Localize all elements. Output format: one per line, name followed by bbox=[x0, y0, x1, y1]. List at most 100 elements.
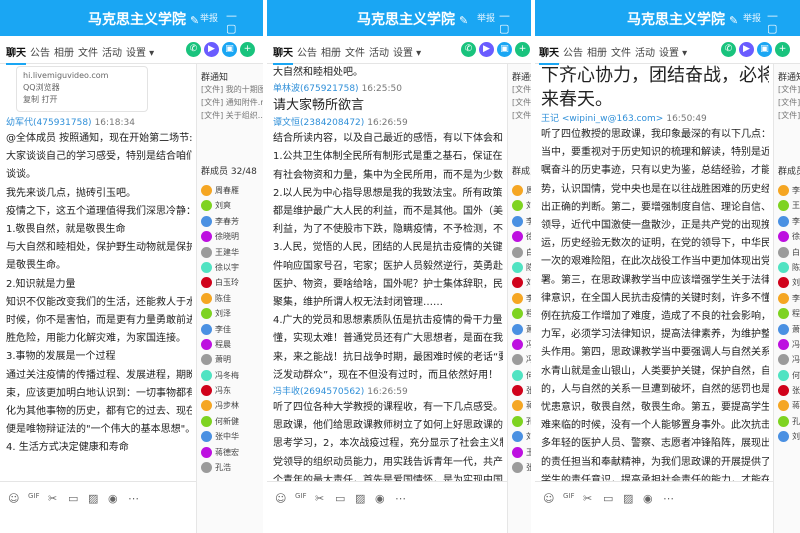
member-item[interactable]: 刘 bbox=[512, 429, 531, 444]
member-item[interactable]: 王 bbox=[778, 198, 800, 213]
member-item[interactable]: 程晨 bbox=[201, 337, 263, 352]
member-item[interactable]: 白玉玲 bbox=[201, 275, 263, 290]
member-item[interactable]: 李 bbox=[512, 214, 531, 229]
tab-2[interactable]: 相册 bbox=[54, 44, 74, 59]
tab-0[interactable]: 聊天 bbox=[6, 44, 26, 65]
more-icon[interactable]: ⋯ bbox=[128, 492, 139, 505]
link-preview-card[interactable]: hi.livemiguvideo.com QQ浏览器 复制 打开 bbox=[16, 66, 148, 112]
member-item[interactable]: 陈 bbox=[778, 260, 800, 275]
tab-5[interactable]: 设置 ▾ bbox=[126, 44, 154, 59]
report-link[interactable]: 举报 bbox=[200, 11, 218, 24]
member-item[interactable]: 刘 bbox=[512, 198, 531, 213]
member-item[interactable]: 陈 bbox=[512, 260, 531, 275]
member-item[interactable]: 张 bbox=[512, 460, 531, 475]
mic-icon[interactable]: ◉ bbox=[643, 492, 653, 505]
video-icon[interactable]: ▶ bbox=[739, 42, 754, 57]
scissors-icon[interactable]: ✂ bbox=[583, 492, 592, 505]
mic-icon[interactable]: ◉ bbox=[108, 492, 118, 505]
member-item[interactable]: 冯 bbox=[778, 337, 800, 352]
member-item[interactable]: 孔浩 bbox=[201, 460, 263, 475]
member-item[interactable]: 何 bbox=[512, 368, 531, 383]
screen-share-icon[interactable]: ▣ bbox=[497, 42, 512, 57]
member-item[interactable]: 萧 bbox=[778, 322, 800, 337]
gif-icon[interactable]: GIF bbox=[295, 492, 307, 500]
tab-5[interactable]: 设置 ▾ bbox=[393, 44, 421, 59]
member-item[interactable]: 刘泽 bbox=[201, 306, 263, 321]
member-item[interactable]: 刘 bbox=[512, 275, 531, 290]
tab-3[interactable]: 文件 bbox=[345, 44, 365, 59]
report-link[interactable]: 举报 bbox=[477, 11, 495, 24]
tab-1[interactable]: 公告 bbox=[30, 44, 50, 59]
member-item[interactable]: 何新健 bbox=[201, 414, 263, 429]
group-file-item[interactable]: [文件] 通知附件.rar bbox=[201, 96, 263, 109]
member-item[interactable]: 陈佳 bbox=[201, 291, 263, 306]
tab-4[interactable]: 活动 bbox=[369, 44, 389, 59]
group-file-item[interactable]: [文件] bbox=[778, 109, 800, 122]
emoji-icon[interactable]: ☺ bbox=[8, 492, 19, 505]
member-item[interactable]: 李 bbox=[778, 291, 800, 306]
video-icon[interactable]: ▶ bbox=[204, 42, 219, 57]
screen-share-icon[interactable]: ▣ bbox=[757, 42, 772, 57]
member-item[interactable]: 周 bbox=[512, 183, 531, 198]
tab-1[interactable]: 公告 bbox=[297, 44, 317, 59]
group-file-item[interactable]: [文件] ... bbox=[512, 83, 531, 96]
edit-icon[interactable]: ✎ bbox=[729, 14, 738, 27]
sender-name[interactable]: 王记 <wipini_w@163.com> bbox=[541, 114, 663, 124]
member-item[interactable]: 李 bbox=[512, 291, 531, 306]
add-member-icon[interactable]: + bbox=[240, 42, 255, 57]
gif-icon[interactable]: GIF bbox=[563, 492, 575, 500]
tab-0[interactable]: 聊天 bbox=[273, 44, 293, 65]
group-file-item[interactable]: [文件] ... bbox=[512, 96, 531, 109]
tab-3[interactable]: 文件 bbox=[611, 44, 631, 59]
member-item[interactable]: 徐晓明 bbox=[201, 229, 263, 244]
folder-icon[interactable]: ▭ bbox=[603, 492, 613, 505]
member-item[interactable]: 王 bbox=[512, 445, 531, 460]
more-icon[interactable]: ⋯ bbox=[663, 492, 674, 505]
video-icon[interactable]: ▶ bbox=[479, 42, 494, 57]
sender-name[interactable]: 冯丰收(2694570562) bbox=[273, 387, 364, 397]
gif-icon[interactable]: GIF bbox=[28, 492, 40, 500]
tab-4[interactable]: 活动 bbox=[635, 44, 655, 59]
emoji-icon[interactable]: ☺ bbox=[275, 492, 286, 505]
tab-4[interactable]: 活动 bbox=[102, 44, 122, 59]
tab-2[interactable]: 相册 bbox=[321, 44, 341, 59]
phone-icon[interactable]: ✆ bbox=[186, 42, 201, 57]
member-item[interactable]: 蒋 bbox=[778, 398, 800, 413]
mic-icon[interactable]: ◉ bbox=[375, 492, 385, 505]
sender-name[interactable]: 谭文恒(2384208472) bbox=[273, 118, 364, 128]
tab-5[interactable]: 设置 ▾ bbox=[659, 44, 687, 59]
add-member-icon[interactable]: + bbox=[515, 42, 530, 57]
folder-icon[interactable]: ▭ bbox=[335, 492, 345, 505]
tab-1[interactable]: 公告 bbox=[563, 44, 583, 59]
member-item[interactable]: 王建华 bbox=[201, 245, 263, 260]
member-item[interactable]: 冯 bbox=[778, 352, 800, 367]
member-item[interactable]: 徐 bbox=[778, 229, 800, 244]
member-item[interactable]: 何 bbox=[778, 368, 800, 383]
sender-name[interactable]: 单林波(675921758) bbox=[273, 84, 359, 94]
member-item[interactable]: 冯东 bbox=[201, 383, 263, 398]
folder-icon[interactable]: ▭ bbox=[68, 492, 78, 505]
more-icon[interactable]: ⋯ bbox=[395, 492, 406, 505]
member-item[interactable]: 白 bbox=[512, 245, 531, 260]
member-item[interactable]: 萧 bbox=[512, 322, 531, 337]
emoji-icon[interactable]: ☺ bbox=[543, 492, 554, 505]
member-item[interactable]: 孔 bbox=[512, 414, 531, 429]
member-item[interactable]: 白 bbox=[778, 245, 800, 260]
phone-icon[interactable]: ✆ bbox=[461, 42, 476, 57]
group-file-item[interactable]: [文件] 关于组织...推荐... bbox=[201, 109, 263, 122]
group-file-item[interactable]: [文件] bbox=[778, 96, 800, 109]
add-member-icon[interactable]: + bbox=[775, 42, 790, 57]
member-item[interactable]: 刘爽 bbox=[201, 198, 263, 213]
group-file-item[interactable]: [文件] 我的十期图片.jpg bbox=[201, 83, 263, 96]
member-item[interactable]: 蒋 bbox=[512, 398, 531, 413]
edit-icon[interactable]: ✎ bbox=[459, 14, 468, 27]
member-item[interactable]: 刘 bbox=[778, 429, 800, 444]
member-item[interactable]: 李佳 bbox=[201, 322, 263, 337]
member-item[interactable]: 冯冬梅 bbox=[201, 368, 263, 383]
member-item[interactable]: 徐 bbox=[512, 229, 531, 244]
member-item[interactable]: 冯 bbox=[512, 337, 531, 352]
image-icon[interactable]: ▨ bbox=[355, 492, 365, 505]
tab-2[interactable]: 相册 bbox=[587, 44, 607, 59]
member-item[interactable]: 程 bbox=[512, 306, 531, 321]
member-item[interactable]: 周春雁 bbox=[201, 183, 263, 198]
